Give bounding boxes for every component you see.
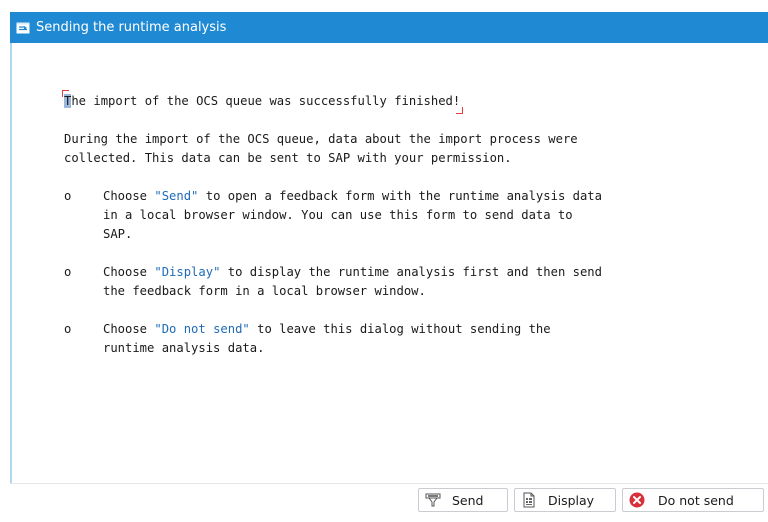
bullet-prefix: Choose (103, 189, 155, 203)
focus-bracket-bottom-right (456, 107, 464, 114)
message-area: The import of the OCS queue was successf… (62, 90, 754, 358)
send-button[interactable]: Send (418, 488, 508, 512)
bullet-text: Choose "Send" to open a feedback form wi… (103, 187, 602, 244)
bullet-line-3: SAP. (103, 227, 133, 241)
bullet-do-not-send: o Choose "Do not send" to leave this dia… (64, 320, 754, 358)
bullet-text: Choose "Display" to display the runtime … (103, 263, 602, 301)
bullet-mark: o (64, 322, 72, 336)
focus-bracket-top-left (62, 90, 69, 97)
bullet-line-2: runtime analysis data. (103, 341, 265, 355)
bullet-display: o Choose "Display" to display the runtim… (64, 263, 754, 301)
send-label: Send (452, 492, 484, 508)
bullet-line-2: the feedback form in a local browser win… (103, 284, 426, 298)
dialog-icon (16, 22, 30, 34)
do-not-send-button[interactable]: Do not send (622, 488, 764, 512)
keyword-display: "Display" (154, 265, 221, 279)
intro-line-1: During the import of the OCS queue, data… (64, 132, 578, 146)
display-button[interactable]: Display (514, 488, 616, 512)
window-title: Sending the runtime analysis (36, 20, 227, 35)
intro-line-2: collected. This data can be sent to SAP … (64, 151, 512, 165)
headline-text: The import of the OCS queue was successf… (64, 94, 461, 108)
bullet-line-2: in a local browser window. You can use t… (103, 208, 573, 222)
bullet-line-1: to leave this dialog without sending the (249, 322, 551, 336)
bullet-mark: o (64, 265, 72, 279)
do-not-send-label: Do not send (658, 492, 734, 508)
title-bar[interactable]: Sending the runtime analysis (10, 12, 768, 43)
bullet-line-1: to open a feedback form with the runtime… (198, 189, 602, 203)
display-label: Display (548, 492, 595, 508)
headline: The import of the OCS queue was successf… (62, 90, 464, 114)
bullet-send: o Choose "Send" to open a feedback form … (64, 187, 754, 244)
keyword-send: "Send" (154, 189, 199, 203)
display-icon (520, 491, 538, 509)
dialog-window: Sending the runtime analysis The import … (0, 0, 768, 522)
left-border (10, 43, 12, 483)
bullet-mark: o (64, 189, 72, 203)
cancel-icon (628, 491, 646, 509)
send-icon (424, 491, 442, 509)
keyword-do-not-send: "Do not send" (154, 322, 250, 336)
bullet-line-1: to display the runtime analysis first an… (220, 265, 602, 279)
intro-paragraph: During the import of the OCS queue, data… (64, 130, 754, 168)
bullet-text: Choose "Do not send" to leave this dialo… (103, 320, 551, 358)
bullet-prefix: Choose (103, 265, 155, 279)
bullet-prefix: Choose (103, 322, 155, 336)
top-strip (0, 0, 768, 10)
